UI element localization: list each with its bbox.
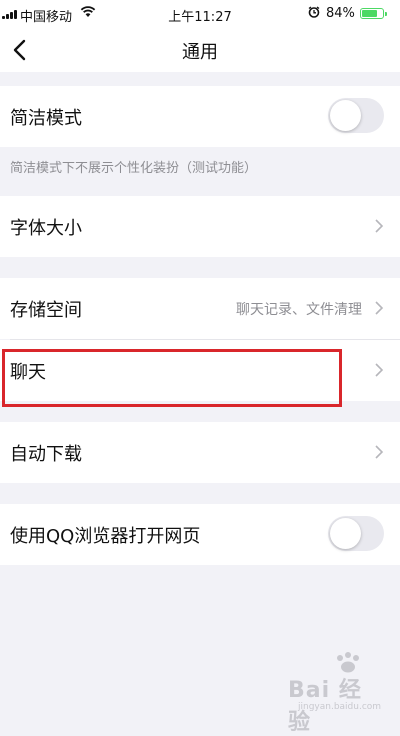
row-storage[interactable]: 存储空间 聊天记录、文件清理 bbox=[0, 278, 400, 339]
battery-fill bbox=[362, 10, 377, 17]
storage-label: 存储空间 bbox=[10, 300, 82, 321]
battery-icon bbox=[360, 8, 387, 19]
status-bar: 中国移动 上午11:27 84% bbox=[0, 0, 400, 28]
storage-value: 聊天记录、文件清理 bbox=[236, 302, 362, 318]
qq-browser-toggle[interactable] bbox=[328, 516, 384, 551]
chevron-right-icon bbox=[375, 219, 384, 233]
row-font-size[interactable]: 字体大小 bbox=[0, 196, 400, 257]
baidu-watermark: Bai 经验 jingyan.baidu.com bbox=[288, 650, 383, 735]
watermark-sub: jingyan.baidu.com bbox=[298, 702, 382, 712]
chat-label: 聊天 bbox=[10, 362, 46, 383]
simple-mode-label: 简洁模式 bbox=[10, 108, 82, 129]
font-size-label: 字体大小 bbox=[10, 218, 82, 239]
battery-tip bbox=[385, 12, 387, 16]
row-qq-browser: 使用QQ浏览器打开网页 bbox=[0, 504, 400, 565]
toggle-knob bbox=[330, 518, 361, 549]
battery-percent: 84% bbox=[326, 6, 355, 21]
toggle-knob bbox=[330, 100, 361, 131]
row-chat[interactable]: 聊天 bbox=[0, 340, 400, 401]
paw-icon bbox=[337, 652, 359, 673]
alarm-icon bbox=[308, 6, 320, 18]
chevron-right-icon bbox=[375, 301, 384, 315]
chevron-right-icon bbox=[375, 445, 384, 459]
qq-browser-label: 使用QQ浏览器打开网页 bbox=[10, 526, 201, 547]
row-auto-download[interactable]: 自动下载 bbox=[0, 422, 400, 483]
nav-bar: 通用 bbox=[0, 28, 400, 72]
simple-mode-toggle[interactable] bbox=[328, 98, 384, 133]
chevron-right-icon bbox=[375, 363, 384, 377]
page-title: 通用 bbox=[182, 42, 218, 63]
simple-mode-description: 简洁模式下不展示个性化装扮（测试功能） bbox=[10, 161, 258, 176]
row-simple-mode: 简洁模式 bbox=[0, 86, 400, 147]
auto-download-label: 自动下载 bbox=[10, 444, 82, 465]
